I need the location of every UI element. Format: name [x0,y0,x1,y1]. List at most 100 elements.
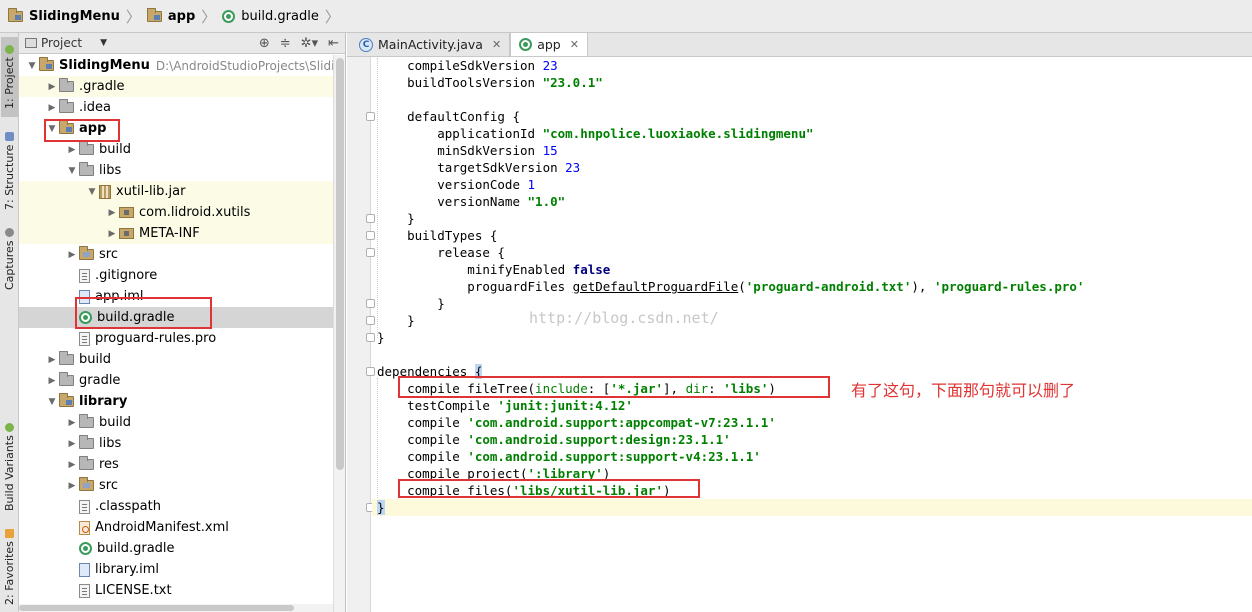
collapse-arrow-icon[interactable]: ▶ [105,229,119,239]
collapse-all-icon[interactable]: ≑ [280,36,291,51]
xml-file-icon [79,520,90,535]
tree-item[interactable]: build.gradle [19,538,333,559]
chevron-right-icon: 〉 [125,7,141,26]
highlight-box-filetree-line [398,376,830,398]
expand-arrow-icon[interactable]: ▼ [45,397,59,407]
expand-arrow-icon[interactable]: ▼ [25,61,39,71]
collapse-arrow-icon[interactable]: ▶ [65,418,79,428]
editor-tab-mainactivity[interactable]: C MainActivity.java ✕ [351,33,511,56]
code-line: } [377,296,445,311]
tree-item[interactable]: .classpath [19,496,333,517]
project-view-selector[interactable]: Project ▼ [25,36,125,50]
indent-guide [377,58,378,338]
project-view-label: Project [41,36,83,50]
tree-item[interactable]: library.iml [19,559,333,580]
breadcrumb-item[interactable]: build.gradle 〉 [222,0,346,33]
collapse-arrow-icon[interactable]: ▶ [45,82,59,92]
collapse-arrow-icon[interactable]: ▶ [65,460,79,470]
module-folder-icon [8,7,23,22]
tree-item-label: libs [99,436,122,451]
collapse-arrow-icon[interactable]: ▶ [65,250,79,260]
tab-captures[interactable]: Captures [1,223,18,295]
tree-item[interactable]: ▶ src [19,244,333,265]
tree-item[interactable]: ▼ library [19,391,333,412]
tree-item[interactable]: ▶ build [19,412,333,433]
scrollbar-thumb[interactable] [336,58,344,470]
hide-panel-icon[interactable]: ⇤ [328,36,339,51]
tree-item[interactable]: ▶ com.lidroid.xutils [19,202,333,223]
folder-icon [59,372,74,386]
android-icon [5,422,14,432]
tab-favorites[interactable]: 2: Favorites [1,525,18,609]
scrollbar-thumb[interactable] [19,605,294,611]
close-icon[interactable]: ✕ [492,38,501,51]
tree-item[interactable]: proguard-rules.pro [19,328,333,349]
tree-item[interactable]: ▶ .idea [19,97,333,118]
code-line: } [372,499,1252,516]
tree-item[interactable]: ▼ libs [19,160,333,181]
code-line: } [377,211,415,226]
code-line: release { [377,245,505,260]
tree-item[interactable]: LICENSE.txt [19,580,333,601]
star-icon [5,528,14,538]
code-line: minifyEnabled false [377,262,611,277]
code-line: applicationId "com.hnpolice.luoxiaoke.sl… [377,126,814,141]
tree-item-label: .idea [79,100,111,115]
tree-item-label: src [99,247,118,262]
tab-label: 7: Structure [3,144,16,211]
code-line: compile 'com.android.support:design:23.1… [377,432,731,447]
tree-item-label: proguard-rules.pro [95,331,217,346]
expand-arrow-icon[interactable]: ▼ [65,166,79,176]
close-icon[interactable]: ✕ [570,38,579,51]
tree-item[interactable]: ▼ SlidingMenu D:\AndroidStudioProjects\Sli… [19,55,333,76]
package-icon [119,207,134,218]
indent-guide [377,378,378,498]
tree-item[interactable]: .gitignore [19,265,333,286]
gear-icon[interactable]: ✲▾ [301,36,318,51]
tree-item[interactable]: ▶ src [19,475,333,496]
tree-item-label: .classpath [95,499,161,514]
code-line: buildTypes { [377,228,498,243]
scroll-from-source-icon[interactable]: ⊕ [259,36,270,51]
collapse-arrow-icon[interactable]: ▶ [45,376,59,386]
editor-tab-app[interactable]: app ✕ [510,32,588,56]
tab-project[interactable]: 1: Project [1,37,18,117]
gradle-icon [519,38,533,51]
tree-item[interactable]: ▶ gradle [19,370,333,391]
module-folder-icon [39,57,54,71]
tree-item[interactable]: ▶ .gradle [19,76,333,97]
tree-item[interactable]: ▼ xutil-lib.jar [19,181,333,202]
collapse-arrow-icon[interactable]: ▶ [65,145,79,155]
tab-build-variants[interactable]: Build Variants [1,417,18,517]
annotation-note: 有了这句，下面那句就可以删了 [851,381,1076,400]
tree-item[interactable]: ▶ build [19,349,333,370]
collapse-arrow-icon[interactable]: ▶ [65,439,79,449]
collapse-arrow-icon[interactable]: ▶ [65,481,79,491]
breadcrumb-label: SlidingMenu [29,8,120,24]
code-line: testCompile 'junit:junit:4.12' [377,398,633,413]
tree-item-label: META-INF [139,226,200,241]
tree-item[interactable]: AndroidManifest.xml [19,517,333,538]
tree-item[interactable]: ▶ META-INF [19,223,333,244]
tree-item-label: gradle [79,373,121,388]
gradle-icon [222,9,236,23]
collapse-arrow-icon[interactable]: ▶ [105,208,119,218]
tree-item[interactable]: ▶ build [19,139,333,160]
collapse-arrow-icon[interactable]: ▶ [45,355,59,365]
breadcrumb-item[interactable]: app 〉 [146,0,222,33]
project-view-icon [25,38,37,48]
code-editor[interactable]: compileSdkVersion 23 buildToolsVersion "… [372,57,1252,612]
code-line: compileSdkVersion 23 [377,58,558,73]
tree-item[interactable]: ▶ res [19,454,333,475]
tree-item[interactable]: ▶ libs [19,433,333,454]
project-tree-vertical-scrollbar[interactable] [333,55,345,612]
tree-item-label: .gitignore [95,268,158,283]
collapse-arrow-icon[interactable]: ▶ [45,103,59,113]
tab-label: MainActivity.java [378,37,483,52]
breadcrumb-item[interactable]: SlidingMenu 〉 [4,0,147,33]
expand-arrow-icon[interactable]: ▼ [85,187,99,197]
folder-icon [59,351,74,365]
tab-structure[interactable]: 7: Structure [1,125,18,217]
project-tree-horizontal-scrollbar[interactable] [19,604,333,612]
tree-item-label: SlidingMenu [59,58,150,73]
